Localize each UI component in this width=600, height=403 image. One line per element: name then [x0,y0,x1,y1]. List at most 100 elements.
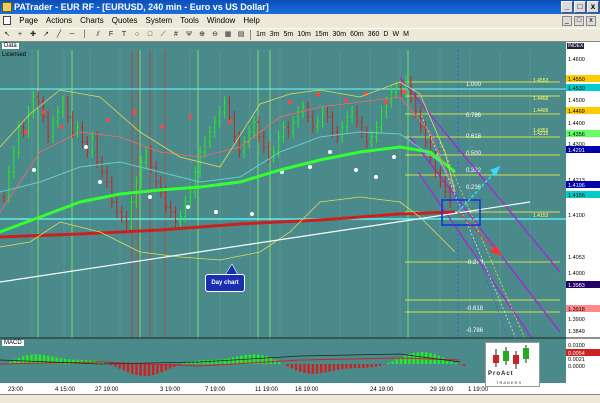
fib-price-label: 1.4553 [533,78,549,84]
price-tick-label: 1.4053 [568,255,585,261]
macd-bar [345,364,348,369]
grid-icon[interactable]: ▦ [222,29,234,41]
gann-icon[interactable]: # [170,29,182,41]
mdi-close-button[interactable]: x [586,16,596,26]
pivot-dot [250,212,254,216]
macd-bar [328,364,331,372]
fan-icon[interactable]: ⟋ [157,29,169,41]
macd-bar [290,364,294,369]
macd-bar [320,364,323,374]
timeframe-d[interactable]: D [381,29,390,41]
rect-icon[interactable]: □ [144,29,156,41]
menu-charts[interactable]: Charts [76,14,108,28]
price-tick-label: 1.4291 [568,148,585,154]
minimize-button[interactable]: _ [561,1,573,13]
fib-level-label: -0.786 [466,328,484,334]
timeframe-360[interactable]: 360 [366,29,382,41]
zoomin-icon[interactable]: ⊕ [196,29,208,41]
price-tick-label: 1.4600 [568,57,585,63]
fibo-icon[interactable]: F [105,29,117,41]
price-tick-label: 1.4156 [568,193,585,199]
text-icon[interactable]: T [118,29,130,41]
fib-level-label: 0.618 [466,134,482,140]
maximize-button[interactable]: □ [574,1,586,13]
mdi-restore-button[interactable]: □ [574,16,584,26]
timeframe-60m[interactable]: 60m [348,29,366,41]
menu-tools[interactable]: Tools [176,14,203,28]
timeframe-15m[interactable]: 15m [313,29,331,41]
time-tick-label: 11 19:00 [255,387,279,393]
timeframe-1m[interactable]: 1m [254,29,268,41]
menu-page[interactable]: Page [15,14,42,28]
fib-level-label: -0.618 [466,306,484,312]
macd-bar [189,361,193,364]
macd-bar [441,357,445,364]
vline-icon[interactable]: │ [79,29,91,41]
timeframe-30m[interactable]: 30m [330,29,348,41]
macd-bar [236,356,239,364]
pivot-dot [228,120,232,124]
time-tick-label: 23:00 [8,387,24,393]
timeframe-w[interactable]: W [390,29,401,41]
window-title: PATrader - EUR RF - [EURUSD, 240 min - E… [14,2,269,12]
fib-price-label: 1.4468 [533,96,549,102]
hline-icon[interactable]: ─ [66,29,78,41]
print-icon[interactable]: ▤ [235,29,247,41]
trendline-icon[interactable]: ╱ [53,29,65,41]
time-tick-label: 24 19:00 [370,387,394,393]
macd-bar [110,364,113,366]
pivot-dot [106,118,110,122]
pitchfork-icon[interactable]: Ψ [183,29,195,41]
plus-icon[interactable]: ✚ [27,29,39,41]
timeframe-3m[interactable]: 3m [268,29,282,41]
macd-bar [366,364,369,368]
macd-bar [332,364,336,371]
macd-bar [215,359,218,364]
macd-bar [227,358,231,364]
timeframe-10m[interactable]: 10m [295,29,313,41]
macd-bar [160,364,163,373]
macd-bar [135,364,138,376]
menu-quotes[interactable]: Quotes [108,14,142,28]
timeframe-m[interactable]: M [401,29,411,41]
macd-tick-label: 0.0100 [568,343,585,349]
pivot-dot [160,125,164,129]
macd-tick-label: 0.0000 [568,364,585,370]
macd-bar [450,361,453,364]
pivot-dot [392,155,396,159]
macd-bar [38,354,42,364]
arrow-icon[interactable]: ↖ [1,29,13,41]
price-tick-label: 1.4000 [568,271,585,277]
time-tick-label: 3 19:00 [160,387,181,393]
menu-help[interactable]: Help [239,14,263,28]
pivot-dot [214,210,218,214]
macd-bar [391,361,394,364]
close-button[interactable]: x [587,1,599,13]
chart-area[interactable]: 1.000 0.786 0.618 0.500 0.382 0.236 -0.270 -0.6… [0,42,600,394]
pivot-dot [308,165,312,169]
macd-bar [126,364,130,373]
menu-window[interactable]: Window [203,14,239,28]
cursor-icon[interactable]: ↗ [40,29,52,41]
menu-system[interactable]: System [142,14,177,28]
macd-bar [210,359,214,364]
macd-bar [395,359,399,364]
menu-actions[interactable]: Actions [42,14,76,28]
pivot-dot [344,98,348,102]
macd-bar [269,357,273,364]
zoomout-icon[interactable]: ⊖ [209,29,221,41]
ellipse-icon[interactable]: ○ [131,29,143,41]
macd-bar [353,364,357,369]
pivot-dot [98,180,102,184]
macd-bar [63,358,67,364]
macd-bar [437,355,441,364]
time-tick-label: 16 19:00 [295,387,319,393]
title-bar[interactable]: PATrader - EUR RF - [EURUSD, 240 min - E… [0,0,600,14]
mdi-minimize-button[interactable]: _ [562,16,572,26]
macd-bar [404,355,407,364]
crosshair-icon[interactable]: + [14,29,26,41]
timeframe-5m[interactable]: 5m [281,29,295,41]
channel-icon[interactable]: ⫽ [92,29,104,41]
pivot-dot [84,145,88,149]
price-tick-label: 1.4100 [568,213,585,219]
